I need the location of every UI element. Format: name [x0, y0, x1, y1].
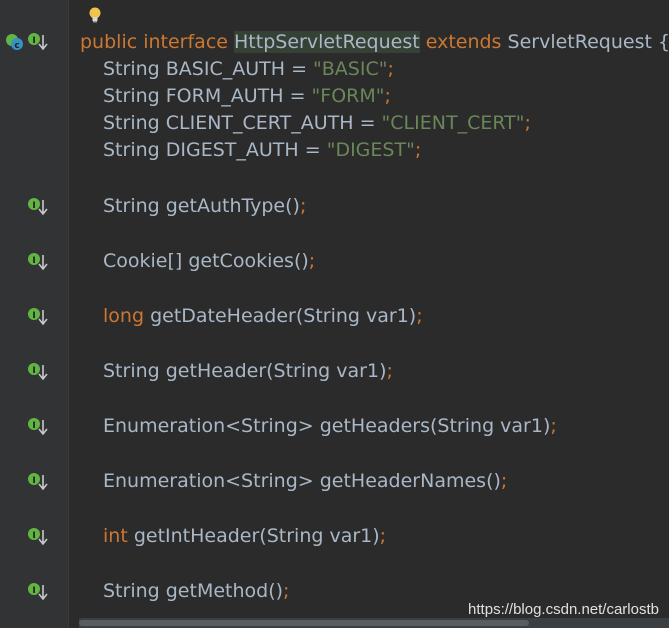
semicolon: ;	[524, 112, 531, 134]
constant-name: BASIC_AUTH	[165, 58, 286, 80]
method-signature: getHeader(String var1)	[165, 360, 387, 382]
method-signature: getCookies()	[188, 250, 309, 272]
method-declaration[interactable]: Enumeration<String> getHeaderNames();	[103, 468, 507, 495]
keyword-public: public	[80, 31, 138, 53]
implemented-method-icon[interactable]: I	[26, 471, 48, 493]
return-type: String	[103, 580, 160, 602]
method-signature: getHeaderNames()	[319, 470, 501, 492]
constant-value: "CLIENT_CERT"	[381, 112, 525, 134]
interface-name[interactable]: HttpServletRequest	[234, 31, 420, 53]
return-type: String	[103, 195, 160, 217]
method-signature: getHeaders(String var1)	[319, 415, 551, 437]
method-signature: getMethod()	[165, 580, 284, 602]
semicolon: ;	[299, 195, 307, 217]
method-declaration[interactable]: int getIntHeader(String var1);	[103, 523, 386, 550]
parent-interface-name[interactable]: ServletRequest	[508, 31, 652, 53]
svg-text:c: c	[14, 41, 19, 51]
svg-text:I: I	[32, 311, 35, 321]
implemented-method-icon[interactable]: I	[26, 306, 48, 328]
svg-text:I: I	[32, 256, 35, 266]
implemented-interface-icon[interactable]: I	[26, 31, 48, 53]
lightbulb-icon[interactable]	[88, 6, 102, 24]
return-type: String	[103, 360, 160, 382]
semicolon: ;	[550, 415, 557, 437]
open-brace: {	[657, 31, 669, 53]
method-signature: getDateHeader(String var1)	[150, 305, 417, 327]
return-type: Enumeration<String>	[103, 415, 314, 437]
constant-name: CLIENT_CERT_AUTH	[165, 112, 354, 134]
constant-value: "FORM"	[311, 85, 385, 107]
method-declaration[interactable]: String getHeader(String var1);	[103, 358, 393, 385]
assign-operator: =	[304, 139, 321, 161]
method-declaration[interactable]: long getDateHeader(String var1);	[103, 303, 423, 330]
constant-name: FORM_AUTH	[165, 85, 284, 107]
return-type: Cookie[]	[103, 250, 183, 272]
semicolon: ;	[384, 85, 391, 107]
watermark: https://blog.csdn.net/carlostb	[468, 601, 659, 618]
return-type: long	[103, 305, 145, 327]
svg-text:I: I	[32, 531, 35, 541]
semicolon: ;	[416, 305, 423, 327]
implemented-method-icon[interactable]: I	[26, 526, 48, 548]
assign-operator: =	[289, 85, 306, 107]
svg-text:I: I	[32, 366, 35, 376]
method-declaration[interactable]: Cookie[] getCookies();	[103, 248, 315, 275]
keyword-interface: interface	[143, 31, 228, 53]
constant-type: String	[103, 112, 160, 134]
constant-type: String	[103, 139, 160, 161]
implemented-method-icon[interactable]: I	[26, 581, 48, 603]
constant-line[interactable]: String CLIENT_CERT_AUTH = "CLIENT_CERT";	[103, 110, 531, 137]
editor-gutter: c I I I I I I I I I	[0, 0, 69, 628]
class-c-icon[interactable]: c	[4, 31, 26, 53]
semicolon: ;	[386, 360, 393, 382]
assign-operator: =	[359, 112, 376, 134]
constant-line[interactable]: String FORM_AUTH = "FORM";	[103, 83, 391, 110]
svg-text:I: I	[32, 476, 35, 486]
semicolon: ;	[414, 139, 422, 161]
return-type: Enumeration<String>	[103, 470, 314, 492]
constant-line[interactable]: String DIGEST_AUTH = "DIGEST";	[103, 137, 421, 164]
horizontal-scrollbar[interactable]	[79, 618, 669, 628]
method-declaration[interactable]: Enumeration<String> getHeaders(String va…	[103, 413, 557, 440]
method-signature: getIntHeader(String var1)	[133, 525, 380, 547]
constant-value: "BASIC"	[313, 58, 388, 80]
svg-text:I: I	[32, 421, 35, 431]
scrollbar-thumb[interactable]	[79, 620, 529, 626]
constant-name: DIGEST_AUTH	[165, 139, 299, 161]
implemented-method-icon[interactable]: I	[26, 196, 48, 218]
keyword-extends: extends	[425, 31, 502, 53]
assign-operator: =	[291, 58, 307, 80]
method-signature: getAuthType()	[165, 195, 300, 217]
implemented-method-icon[interactable]: I	[26, 251, 48, 273]
method-declaration[interactable]: String getMethod();	[103, 578, 289, 605]
implemented-method-icon[interactable]: I	[26, 416, 48, 438]
svg-text:I: I	[32, 586, 35, 596]
constant-type: String	[103, 85, 160, 107]
semicolon: ;	[500, 470, 508, 492]
implemented-method-icon[interactable]: I	[26, 361, 48, 383]
return-type: int	[103, 525, 128, 547]
semicolon: ;	[387, 58, 394, 80]
method-declaration[interactable]: String getAuthType();	[103, 193, 306, 220]
svg-text:I: I	[32, 201, 35, 211]
constant-line[interactable]: String BASIC_AUTH = "BASIC";	[103, 56, 394, 83]
constant-type: String	[103, 58, 160, 80]
semicolon: ;	[308, 250, 316, 272]
svg-text:I: I	[32, 36, 35, 46]
semicolon: ;	[283, 580, 290, 602]
interface-declaration[interactable]: public interface HttpServletRequest exte…	[80, 29, 669, 56]
semicolon: ;	[379, 525, 387, 547]
constant-value: "DIGEST"	[326, 139, 415, 161]
